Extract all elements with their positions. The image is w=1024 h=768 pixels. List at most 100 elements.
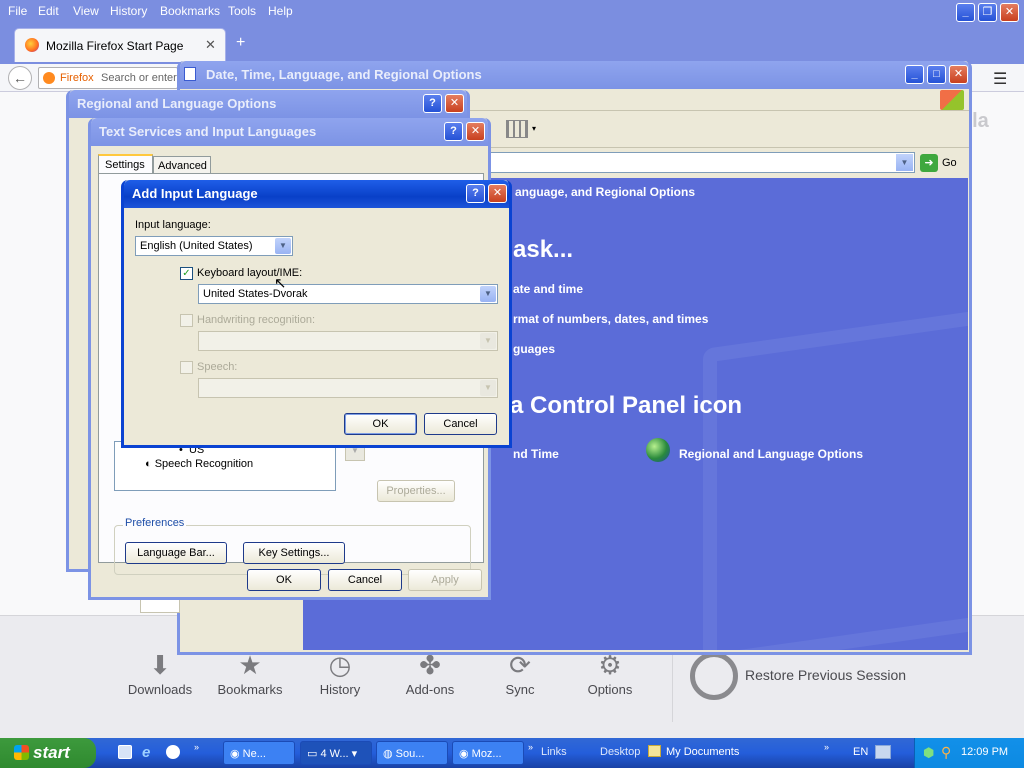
- address-dropdown-icon[interactable]: ▼: [896, 154, 913, 171]
- firefox-logo-icon: [25, 38, 39, 52]
- add-language-close-button[interactable]: ✕: [488, 184, 507, 203]
- cp-maximize-button[interactable]: □: [927, 65, 946, 84]
- go-arrow-icon[interactable]: ➜: [920, 154, 938, 172]
- url-bar[interactable]: Firefox Search or enter: [38, 67, 178, 89]
- text-services-apply-button[interactable]: Apply: [408, 569, 482, 591]
- firefox-tab[interactable]: Mozilla Firefox Start Page ✕: [14, 28, 226, 62]
- new-tab-icon[interactable]: +: [236, 34, 245, 52]
- cp-close-button[interactable]: ✕: [949, 65, 968, 84]
- views-icon[interactable]: [506, 120, 528, 138]
- mouse-cursor-icon: ↖: [274, 275, 287, 292]
- menu-view[interactable]: View: [73, 4, 99, 18]
- my-documents-icon: [648, 745, 661, 757]
- text-services-ok-button[interactable]: OK: [247, 569, 321, 591]
- language-indicator[interactable]: EN: [853, 746, 868, 758]
- globe-icon: [646, 438, 670, 462]
- list-item[interactable]: ◐ Speech Recognition: [145, 458, 253, 470]
- restore-session-button[interactable]: Restore Previous Session: [745, 667, 906, 683]
- keyboard-icon[interactable]: [875, 745, 891, 759]
- views-dropdown-icon[interactable]: ▾: [532, 124, 536, 133]
- toolbar-overflow-icon[interactable]: »: [824, 742, 829, 752]
- taskbar-item-sound[interactable]: ◍ Sou...: [376, 741, 448, 765]
- text-services-title: Text Services and Input Languages: [99, 124, 317, 139]
- language-bar-button[interactable]: Language Bar...: [125, 542, 227, 564]
- date-time-icon-link[interactable]: nd Time: [513, 447, 559, 461]
- links-toolbar[interactable]: Links: [541, 746, 567, 758]
- installed-services-list[interactable]: • US ◐ Speech Recognition: [114, 441, 336, 491]
- chevron-down-icon[interactable]: ▼: [480, 380, 496, 396]
- taskbar-item-firefox[interactable]: ◉ Moz...: [452, 741, 524, 765]
- windows-logo-icon: [14, 745, 29, 760]
- menu-help[interactable]: Help: [268, 4, 293, 18]
- quicklaunch-overflow-icon[interactable]: »: [194, 742, 199, 752]
- hamburger-menu-icon[interactable]: ☰: [993, 69, 1007, 89]
- tab-close-icon[interactable]: ✕: [205, 37, 216, 53]
- regional-help-button[interactable]: ?: [423, 94, 442, 113]
- menu-history[interactable]: History: [110, 4, 147, 18]
- clock: 12:09 PM: [961, 746, 1009, 758]
- chevron-down-icon[interactable]: ▼: [480, 286, 496, 302]
- firefox-restore-button[interactable]: ❐: [978, 3, 997, 22]
- media-player-icon[interactable]: [166, 745, 180, 759]
- firefox-close-button[interactable]: ✕: [1000, 3, 1019, 22]
- speech-select[interactable]: ▼: [198, 378, 498, 398]
- menu-edit[interactable]: Edit: [38, 4, 59, 18]
- regional-close-button[interactable]: ✕: [445, 94, 464, 113]
- firefox-minimize-button[interactable]: _: [956, 3, 975, 22]
- network-icon[interactable]: ⬢: [923, 745, 934, 761]
- keyboard-layout-checkbox[interactable]: ✓: [180, 267, 193, 280]
- my-documents-link[interactable]: My Documents: [666, 746, 739, 758]
- task-link-number-format[interactable]: rmat of numbers, dates, and times: [513, 312, 708, 326]
- show-desktop-icon[interactable]: [118, 745, 132, 759]
- keyboard-layout-select[interactable]: United States-Dvorak ▼: [198, 284, 498, 304]
- input-language-select[interactable]: English (United States) ▼: [135, 236, 293, 256]
- chevron-down-icon[interactable]: ▼: [275, 238, 291, 254]
- add-language-cancel-button[interactable]: Cancel: [424, 413, 497, 435]
- chevron-down-icon[interactable]: ▼: [480, 333, 496, 349]
- firefox-menubar: File Edit View History Bookmarks Tools H…: [0, 0, 1024, 22]
- handwriting-label: Handwriting recognition:: [197, 314, 316, 326]
- taskbar-overflow-icon[interactable]: »: [528, 742, 533, 752]
- go-button[interactable]: Go: [942, 157, 957, 169]
- cp-header-title: anguage, and Regional Options: [515, 185, 696, 199]
- back-arrow-icon[interactable]: ←: [8, 66, 32, 90]
- system-tray: ⬢ ⚲ 12:09 PM: [914, 738, 1024, 768]
- taskbar-item-chrome[interactable]: ◉ Ne...: [223, 741, 295, 765]
- text-services-titlebar: Text Services and Input Languages ? ✕: [91, 118, 488, 146]
- text-services-help-button[interactable]: ?: [444, 122, 463, 141]
- internet-explorer-icon[interactable]: e: [142, 744, 150, 761]
- restore-session-icon[interactable]: [690, 652, 738, 700]
- control-panel-titlebar: Date, Time, Language, and Regional Optio…: [180, 61, 969, 89]
- start-button[interactable]: start: [0, 738, 96, 768]
- bookmarks-launcher[interactable]: ★ Bookmarks: [210, 650, 290, 697]
- text-services-cancel-button[interactable]: Cancel: [328, 569, 402, 591]
- properties-button[interactable]: Properties...: [377, 480, 455, 502]
- desktop-toolbar[interactable]: Desktop: [600, 746, 640, 758]
- handwriting-select[interactable]: ▼: [198, 331, 498, 351]
- cp-minimize-button[interactable]: _: [905, 65, 924, 84]
- key-settings-button[interactable]: Key Settings...: [243, 542, 345, 564]
- options-launcher[interactable]: ⚙ Options: [570, 650, 650, 697]
- tab-advanced[interactable]: Advanced: [153, 156, 211, 174]
- menu-tools[interactable]: Tools: [228, 4, 256, 18]
- add-language-ok-button[interactable]: OK: [344, 413, 417, 435]
- task-link-languages[interactable]: guages: [513, 342, 555, 356]
- history-launcher[interactable]: ◷ History: [300, 650, 380, 697]
- handwriting-checkbox[interactable]: [180, 314, 193, 327]
- search-icon[interactable]: ⚲: [941, 744, 951, 761]
- speech-checkbox[interactable]: [180, 361, 193, 374]
- sync-launcher[interactable]: ⟳ Sync: [480, 650, 560, 697]
- input-language-label: Input language:: [135, 219, 211, 231]
- add-language-help-button[interactable]: ?: [466, 184, 485, 203]
- taskbar-item-windows-group[interactable]: ▭ 4 W... ▾: [300, 741, 372, 765]
- addons-launcher[interactable]: ✤ Add-ons: [390, 650, 470, 697]
- control-panel-title: Date, Time, Language, and Regional Optio…: [206, 67, 482, 82]
- regional-language-icon-link[interactable]: Regional and Language Options: [679, 447, 863, 461]
- menu-bookmarks[interactable]: Bookmarks: [160, 4, 220, 18]
- downloads-launcher[interactable]: ⬇ Downloads: [120, 650, 200, 697]
- control-panel-window-icon: [184, 67, 196, 81]
- text-services-close-button[interactable]: ✕: [466, 122, 485, 141]
- menu-file[interactable]: File: [8, 4, 27, 18]
- task-link-date-time[interactable]: ate and time: [513, 282, 583, 296]
- tab-settings[interactable]: Settings: [98, 154, 153, 174]
